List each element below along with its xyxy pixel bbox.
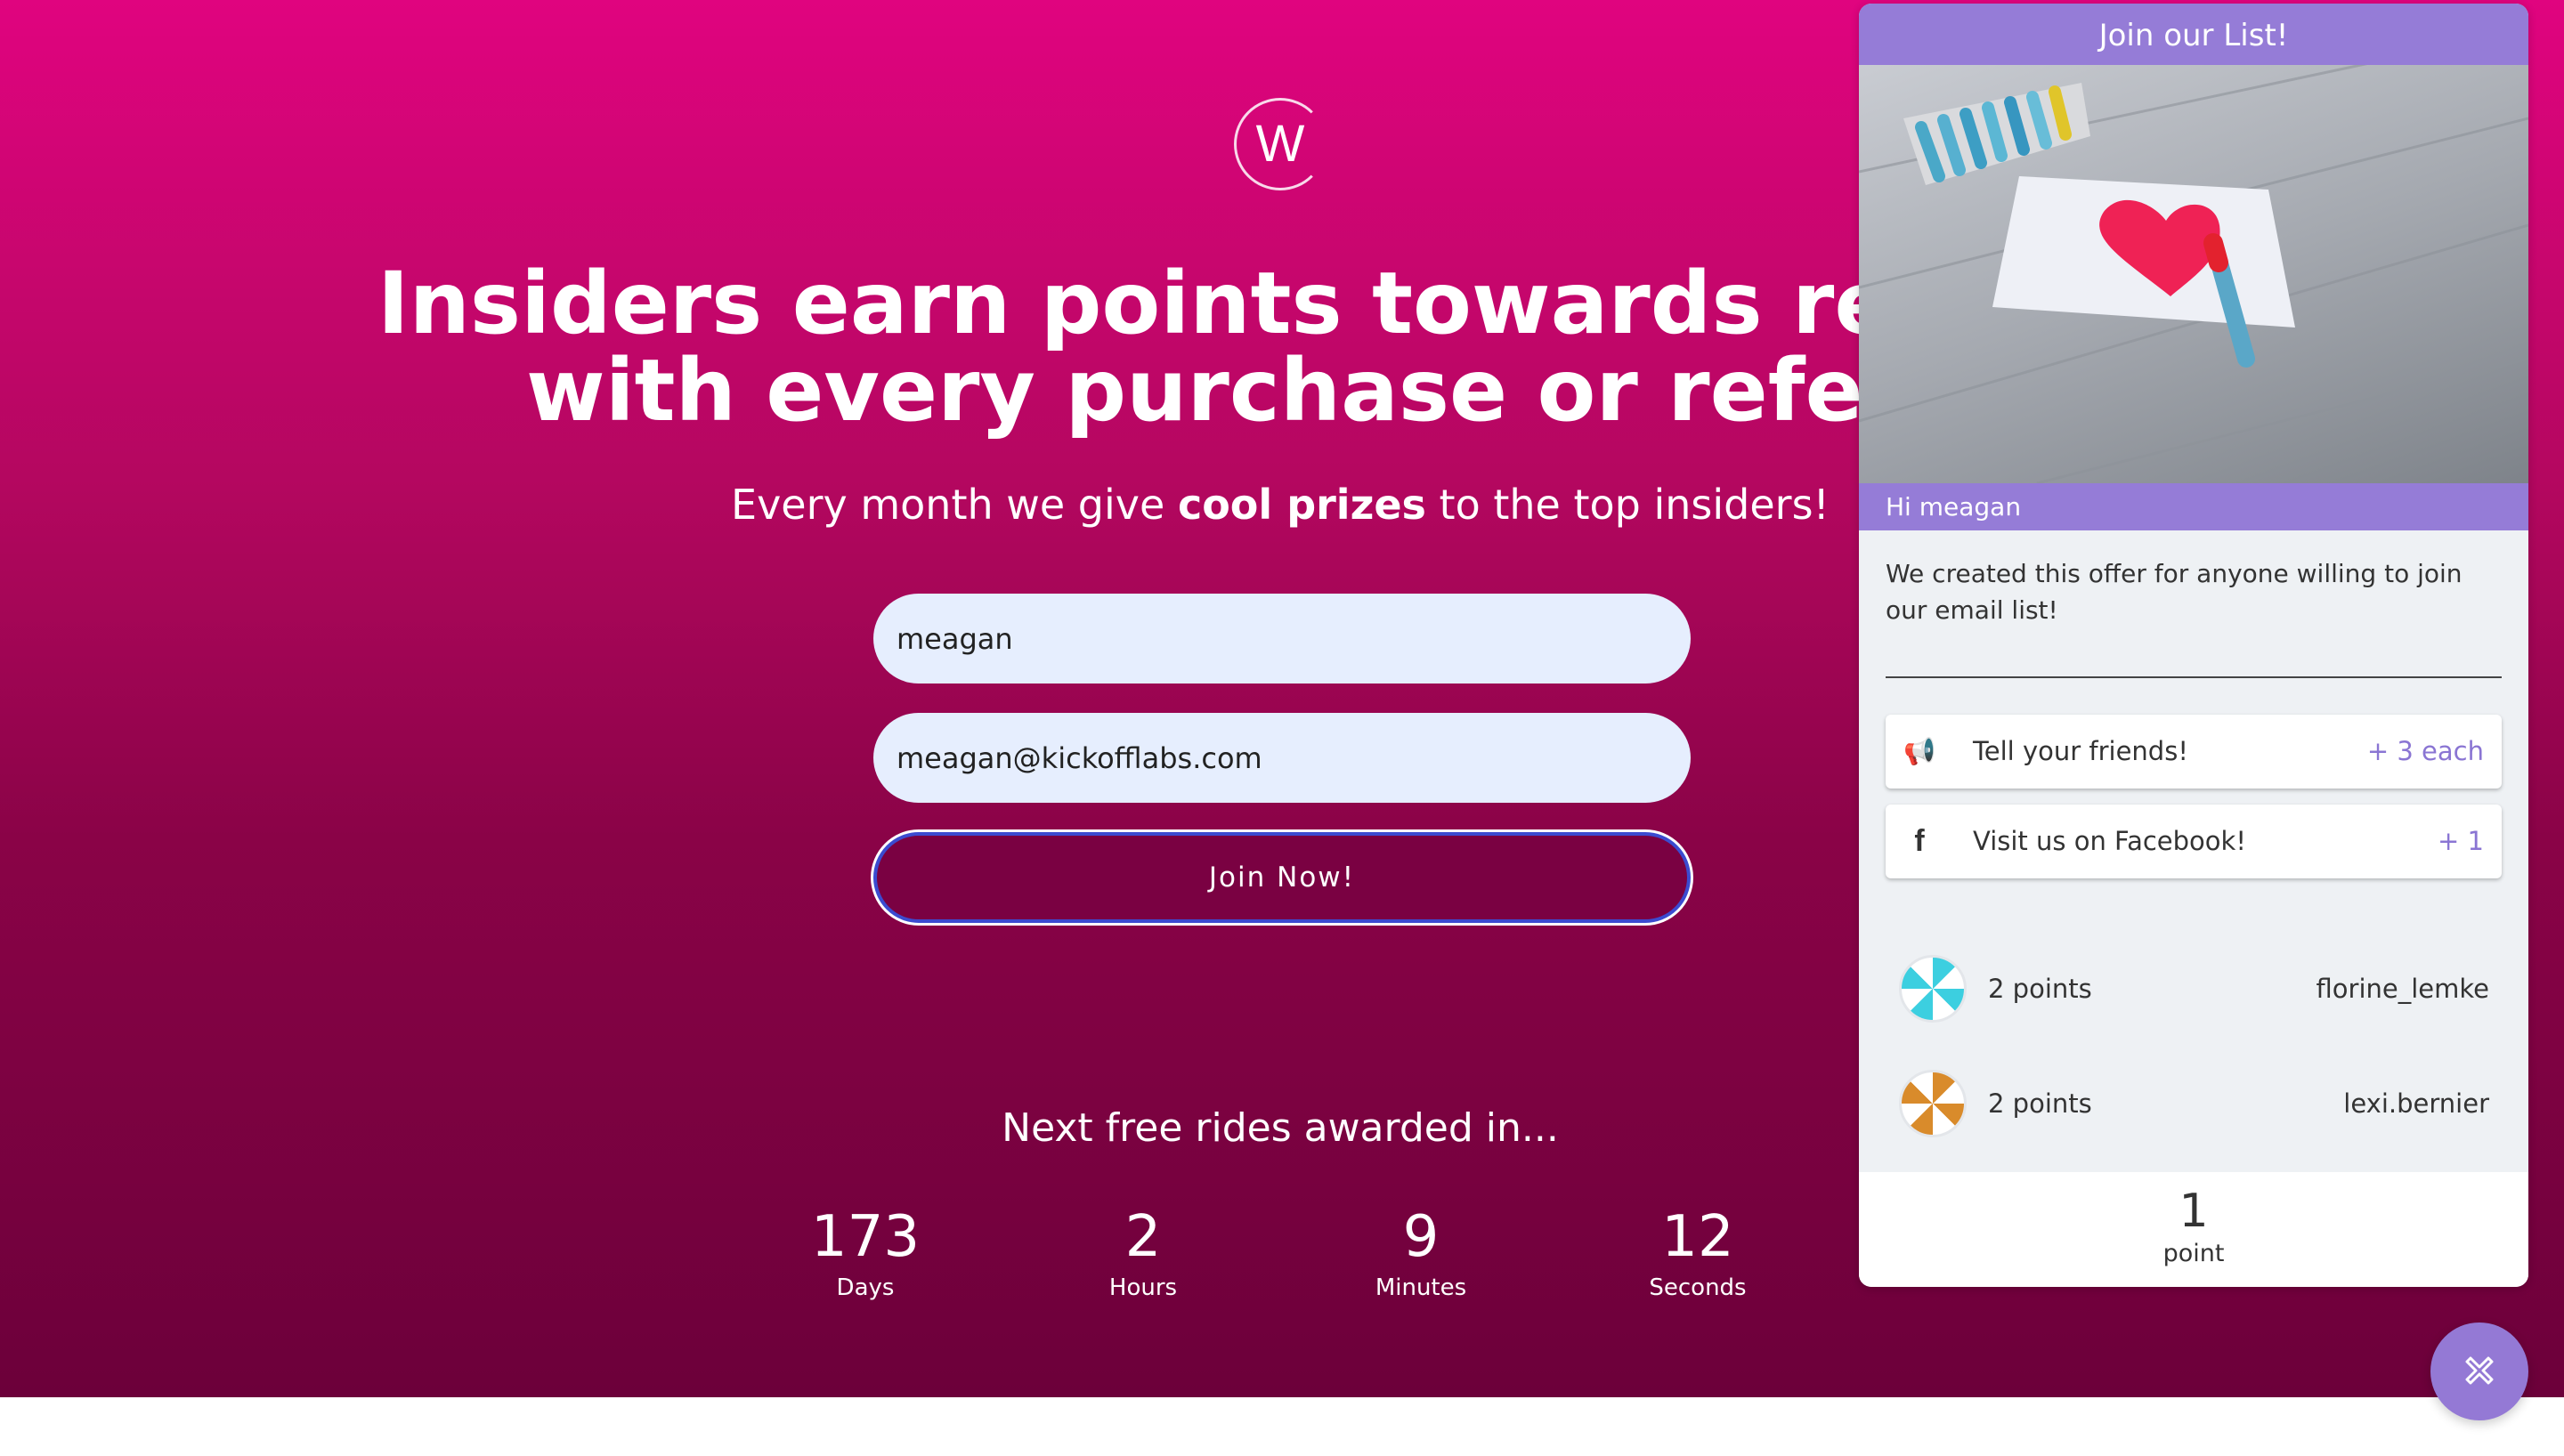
countdown-minutes: 9 Minutes xyxy=(1287,1201,1554,1301)
facebook-icon: f xyxy=(1914,824,1925,858)
avatar xyxy=(1899,955,1967,1023)
close-icon xyxy=(2465,1356,2494,1384)
countdown-label: Hours xyxy=(1108,1274,1178,1301)
action-label: Visit us on Facebook! xyxy=(1973,826,2246,856)
offer-description: We created this offer for anyone willing… xyxy=(1886,559,2463,625)
leaderboard-points: 2 points xyxy=(1988,974,2092,1004)
divider xyxy=(1886,676,2502,678)
countdown-label: Minutes xyxy=(1375,1274,1467,1301)
countdown-label: Days xyxy=(836,1274,895,1301)
megaphone-icon: 📢 xyxy=(1903,736,1936,766)
close-widget-button[interactable] xyxy=(2430,1323,2528,1420)
leaderboard-row: 2 points florine_lemke xyxy=(1899,953,2489,1024)
subtitle-bold: cool prizes xyxy=(1177,481,1426,529)
join-list-widget: Join our List! Hi meagan We created this… xyxy=(1859,4,2528,1287)
image-illustration xyxy=(1859,65,2528,483)
email-input[interactable] xyxy=(873,713,1691,803)
countdown-hours: 2 Hours xyxy=(1010,1201,1277,1301)
heart-drawing-image xyxy=(1859,65,2528,483)
countdown-value: 2 xyxy=(1124,1204,1162,1270)
leaderboard-name: florine_lemke xyxy=(2316,974,2489,1004)
action-visit-facebook[interactable]: f Visit us on Facebook! + 1 xyxy=(1886,805,2502,878)
avatar xyxy=(1899,1070,1967,1137)
action-points: + 1 xyxy=(2438,826,2484,856)
name-input[interactable] xyxy=(873,594,1691,684)
subtitle-text: Every month we give xyxy=(731,481,1178,529)
countdown-value: 9 xyxy=(1402,1204,1440,1270)
leaderboard-name: lexi.bernier xyxy=(2343,1088,2489,1119)
leaderboard-row: 2 points lexi.bernier xyxy=(1899,1068,2489,1139)
action-tell-friends[interactable]: 📢 Tell your friends! + 3 each xyxy=(1886,715,2502,789)
action-label: Tell your friends! xyxy=(1973,736,2188,766)
countdown-value: 12 xyxy=(1661,1204,1734,1270)
countdown-value: 173 xyxy=(810,1204,921,1270)
brand-logo: W xyxy=(1234,98,1327,190)
subtitle-text-end: to the top insiders! xyxy=(1425,481,1830,529)
action-points: + 3 each xyxy=(2366,736,2484,766)
countdown-days: 173 Days xyxy=(732,1201,999,1301)
my-points-label: point xyxy=(2162,1240,2225,1267)
my-points: 1 point xyxy=(1859,1172,2528,1287)
countdown-seconds: 12 Seconds xyxy=(1564,1201,1831,1301)
widget-title: Join our List! xyxy=(1859,4,2528,65)
greeting: Hi meagan xyxy=(1859,483,2528,530)
my-points-value: 1 xyxy=(2179,1185,2209,1238)
join-now-button[interactable]: Join Now! xyxy=(873,832,1691,923)
countdown-label: Seconds xyxy=(1649,1274,1747,1301)
leaderboard-points: 2 points xyxy=(1988,1088,2092,1119)
